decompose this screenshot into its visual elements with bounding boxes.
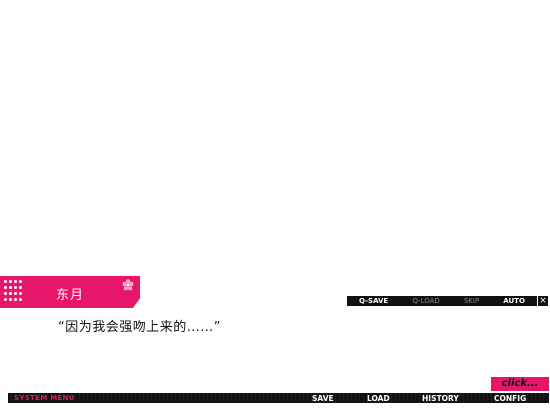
- flower-icon: [122, 279, 134, 291]
- close-button[interactable]: ×: [538, 296, 548, 306]
- dot-pattern-decoration: [4, 280, 22, 304]
- quick-menu: Q-SAVE Q-LOAD SKIP AUTO: [347, 296, 537, 306]
- speaker-name: 东月: [56, 288, 85, 303]
- quick-load-button[interactable]: Q-LOAD: [412, 297, 439, 305]
- skip-button[interactable]: SKIP: [464, 297, 479, 305]
- auto-button[interactable]: AUTO: [503, 297, 525, 305]
- dialogue-text: “因为我会强吻上来的……”: [58, 320, 221, 335]
- click-prompt[interactable]: click...: [491, 377, 549, 391]
- history-button[interactable]: HISTORY: [422, 394, 459, 403]
- save-button[interactable]: SAVE: [312, 394, 334, 403]
- system-menu-title: SYSTEM MENU: [14, 394, 75, 402]
- load-button[interactable]: LOAD: [367, 394, 390, 403]
- system-menu-bar: SYSTEM MENU SAVE LOAD HISTORY CONFIG: [8, 393, 549, 403]
- quick-save-button[interactable]: Q-SAVE: [359, 297, 388, 305]
- speaker-nameplate: 东月: [0, 276, 140, 308]
- config-button[interactable]: CONFIG: [494, 394, 526, 403]
- game-scene[interactable]: 东月 “因为我会强吻上来的……” Q-SAVE Q-LOAD SKIP AUTO…: [0, 0, 550, 411]
